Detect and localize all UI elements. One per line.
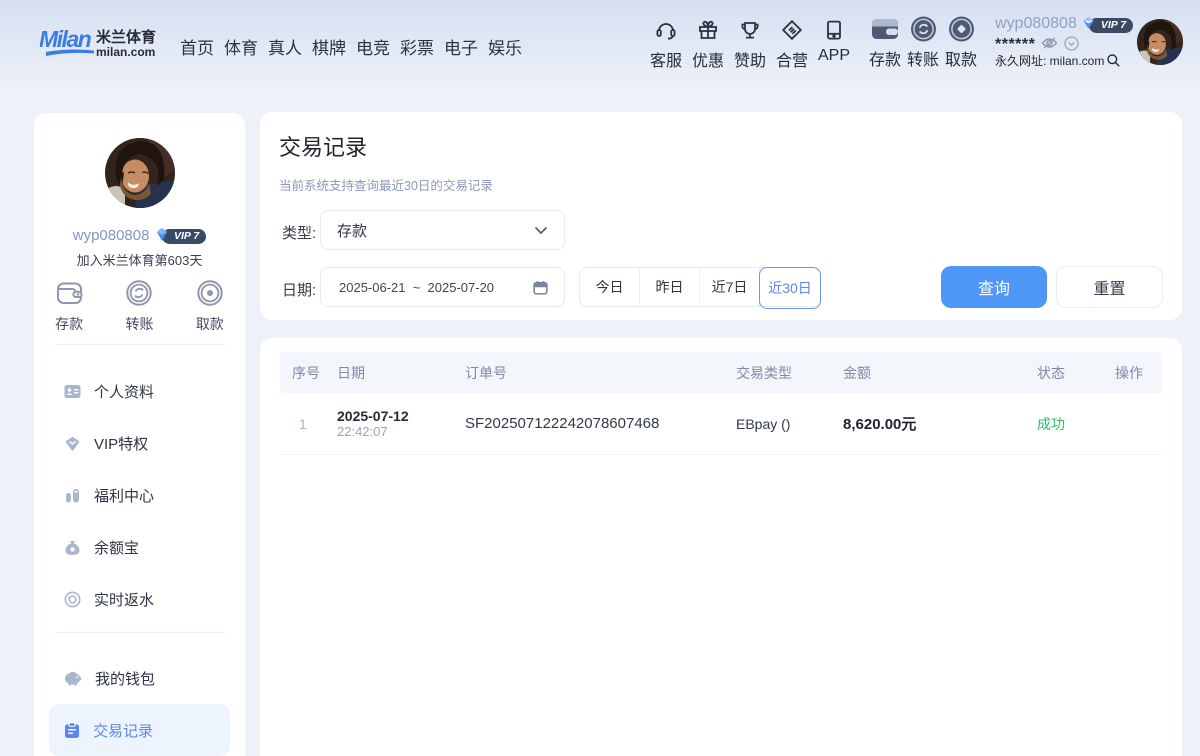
svg-text:Milan: Milan [40, 26, 92, 52]
